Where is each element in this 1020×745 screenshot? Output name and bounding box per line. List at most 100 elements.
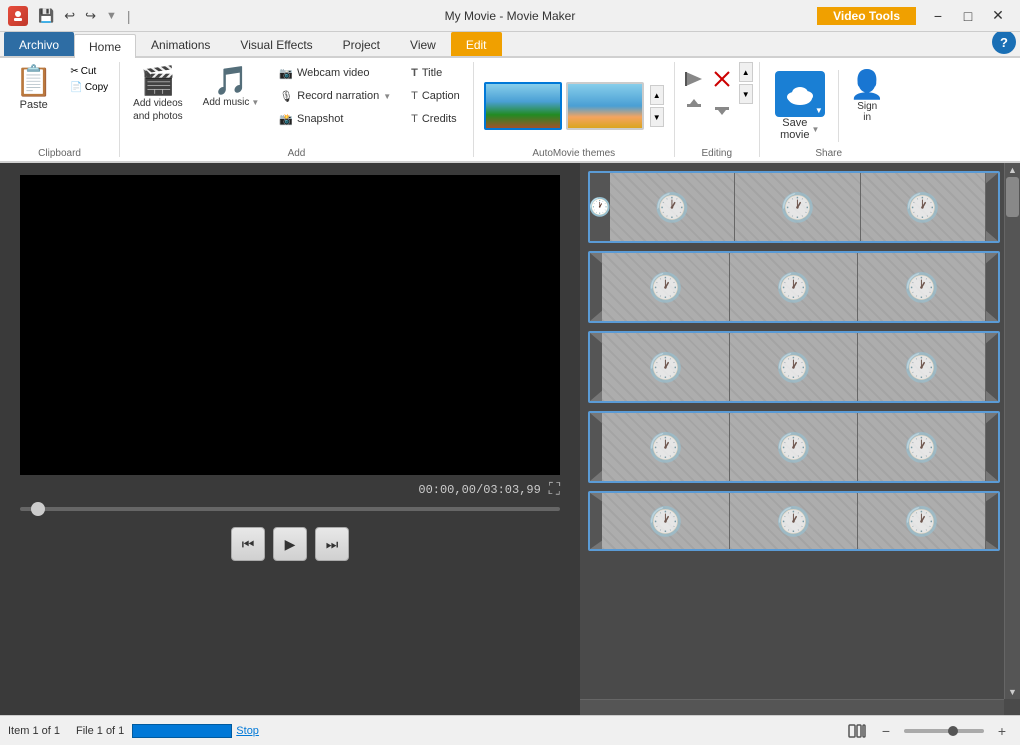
add-music-dropdown[interactable]: ▼: [251, 98, 259, 107]
add-music-icon: 🎵: [214, 67, 249, 95]
editing-cut-button[interactable]: [709, 66, 735, 92]
zoom-out-button[interactable]: −: [876, 721, 896, 741]
film-strips: 🕐 🕐 🕐 🕐 🕐 🕐 🕐 🕐 🕐 �: [580, 163, 1020, 715]
scroll-thumb[interactable]: [1006, 177, 1019, 217]
webcam-video-button[interactable]: 📷 Webcam video: [272, 62, 398, 84]
paste-button[interactable]: 📋 Paste: [6, 62, 61, 116]
editing-trim-button[interactable]: [681, 66, 707, 92]
window-controls: − □ ✕: [924, 6, 1012, 26]
ribbon-tabs: Archivo Home Animations Visual Effects P…: [0, 32, 1020, 58]
add-music-button[interactable]: 🎵 Add music ▼: [196, 62, 267, 113]
minimize-button[interactable]: −: [924, 6, 952, 26]
main-content: 00:00,00/03:03,99 ⛶ ⏮ ▶ ⏭ 🕐 🕐: [0, 163, 1020, 715]
copy-button[interactable]: 📄 Copy: [65, 80, 113, 95]
save-qat-button[interactable]: 💾: [34, 6, 58, 26]
play-button[interactable]: ▶: [273, 527, 307, 561]
tab-edit[interactable]: Edit: [451, 32, 502, 56]
tab-view[interactable]: View: [395, 32, 451, 56]
caption-icon: T: [411, 90, 418, 102]
next-frame-button[interactable]: ⏭: [315, 527, 349, 561]
paste-icon: 📋: [15, 67, 52, 97]
scroll-down-arrow[interactable]: ▼: [1005, 685, 1020, 699]
zoom-in-button[interactable]: +: [992, 721, 1012, 741]
ribbon: 📋 Paste ✂ Cut 📄 Copy Clipboard 🎬 Add vid…: [0, 58, 1020, 163]
tab-animations[interactable]: Animations: [136, 32, 225, 56]
storyboard-view-button[interactable]: [846, 720, 868, 742]
tab-home[interactable]: Home: [74, 34, 136, 58]
cloud-icon: [775, 71, 825, 117]
snapshot-button[interactable]: 📸 Snapshot: [272, 108, 398, 130]
scroll-up-arrow[interactable]: ▲: [1005, 163, 1020, 177]
zoom-thumb[interactable]: [948, 726, 958, 736]
credits-button[interactable]: T Credits: [404, 108, 467, 130]
zoom-slider[interactable]: [904, 729, 984, 733]
themes-scroll-up[interactable]: ▲: [650, 85, 664, 105]
video-preview: [20, 175, 560, 475]
film-strip-1[interactable]: 🕐 🕐 🕐 🕐: [588, 171, 1000, 243]
title-icon: T: [411, 67, 418, 79]
fullscreen-button[interactable]: ⛶: [549, 481, 560, 499]
timeline-scrollbar-vertical[interactable]: ▲ ▼: [1004, 163, 1020, 699]
time-display-row: 00:00,00/03:03,99 ⛶: [20, 481, 560, 499]
tab-project[interactable]: Project: [328, 32, 395, 56]
stop-button[interactable]: Stop: [236, 725, 259, 737]
record-narration-icon: 🎙: [279, 90, 293, 103]
caption-button[interactable]: T Caption: [404, 85, 467, 107]
timeline-scrollbar-horizontal[interactable]: [580, 699, 1004, 715]
playback-controls: ⏮ ▶ ⏭: [231, 527, 349, 561]
save-to-cloud-button[interactable]: Save movie ▼: [766, 66, 834, 146]
maximize-button[interactable]: □: [954, 6, 982, 26]
editing-group-label: Editing: [675, 146, 759, 161]
snapshot-icon: 📸: [279, 113, 293, 126]
theme-sky[interactable]: [484, 82, 562, 130]
sign-in-button[interactable]: 👤 Sign in: [843, 66, 892, 146]
share-group-label: Share: [760, 146, 898, 161]
tab-visual-effects[interactable]: Visual Effects: [225, 32, 327, 56]
ribbon-group-share: Save movie ▼ 👤 Sign in Share: [760, 58, 898, 161]
editing-scroll-down[interactable]: ▼: [739, 84, 753, 104]
add-group-label: Add: [120, 146, 473, 161]
film-strip-4[interactable]: 🕐 🕐 🕐: [588, 411, 1000, 483]
save-movie-dropdown[interactable]: ▼: [811, 125, 819, 134]
copy-icon: 📄: [70, 82, 82, 93]
ribbon-group-automovie: ▲ ▼ AutoMovie themes: [474, 58, 674, 161]
ribbon-group-add: 🎬 Add videos and photos 🎵 Add music ▼ 📷 …: [120, 58, 473, 161]
title-button[interactable]: T Title: [404, 62, 467, 84]
undo-qat-button[interactable]: ↩: [60, 6, 79, 26]
timeline-area: 🕐 🕐 🕐 🕐 🕐 🕐 🕐 🕐 🕐 �: [580, 163, 1020, 715]
status-bar: Item 1 of 1 File 1 of 1 Stop − +: [0, 715, 1020, 745]
cut-icon: ✂: [70, 66, 78, 77]
themes-scroll: ▲ ▼: [650, 85, 664, 127]
film-strip-2[interactable]: 🕐 🕐 🕐: [588, 251, 1000, 323]
redo-qat-button[interactable]: ↪: [81, 6, 100, 26]
help-icon[interactable]: ?: [992, 30, 1016, 54]
close-button[interactable]: ✕: [984, 6, 1012, 26]
preview-area: 00:00,00/03:03,99 ⛶ ⏮ ▶ ⏭: [0, 163, 580, 715]
add-videos-icon: 🎬: [140, 67, 175, 95]
file-count: File 1 of 1 Stop: [76, 724, 259, 738]
seek-bar[interactable]: [20, 507, 560, 511]
cut-button[interactable]: ✂ Cut: [65, 64, 113, 79]
sign-in-icon: 👤: [850, 71, 885, 99]
film-strip-3[interactable]: 🕐 🕐 🕐: [588, 331, 1000, 403]
webcam-icon: 📷: [279, 67, 293, 80]
theme-beach[interactable]: [566, 82, 644, 130]
prev-frame-button[interactable]: ⏮: [231, 527, 265, 561]
add-videos-button[interactable]: 🎬 Add videos and photos: [126, 62, 190, 128]
progress-bar: [132, 724, 232, 738]
editing-move-down-button[interactable]: [709, 94, 735, 120]
automovie-group-label: AutoMovie themes: [474, 146, 674, 161]
editing-move-up-button[interactable]: [681, 94, 707, 120]
themes-scroll-down[interactable]: ▼: [650, 107, 664, 127]
tab-archivo[interactable]: Archivo: [4, 32, 74, 56]
credits-icon: T: [411, 113, 418, 125]
film-strip-5[interactable]: 🕐 🕐 🕐: [588, 491, 1000, 551]
ribbon-group-editing: ▲ ▼ Editing: [675, 58, 759, 161]
video-tools-badge: Video Tools: [817, 7, 916, 25]
seek-thumb[interactable]: [31, 502, 45, 516]
editing-scroll-up[interactable]: ▲: [739, 62, 753, 82]
title-bar: 💾 ↩ ↪ ▼ | My Movie - Movie Maker Video T…: [0, 0, 1020, 32]
window-title: My Movie - Movie Maker: [445, 9, 576, 23]
narration-dropdown[interactable]: ▼: [383, 92, 391, 101]
record-narration-button[interactable]: 🎙 Record narration ▼: [272, 85, 398, 107]
